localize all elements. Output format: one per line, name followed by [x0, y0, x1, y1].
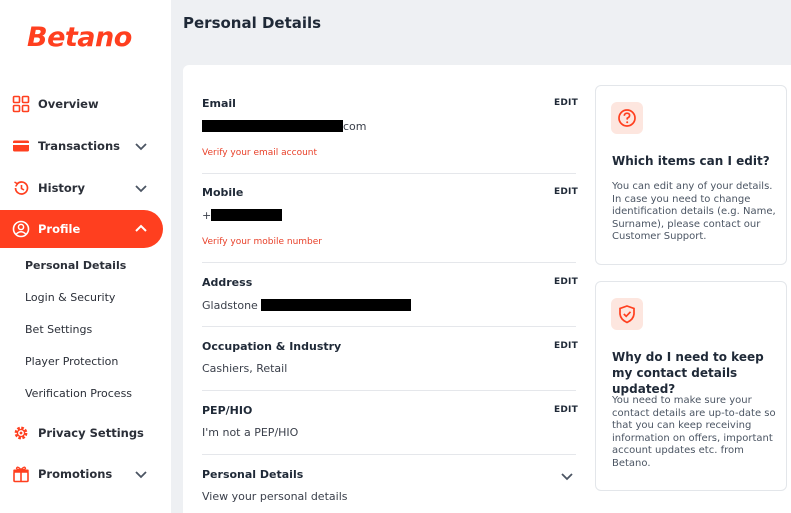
chevron-up-icon[interactable] — [134, 222, 148, 236]
redaction-bar — [261, 299, 412, 311]
gift-icon — [13, 466, 29, 483]
sidebar-item-label: Promotions — [38, 467, 113, 481]
betano-logo[interactable]: Betano — [27, 22, 132, 53]
address-title: Address — [202, 276, 253, 289]
address-section: Address EDIT Gladstone — [202, 276, 578, 316]
divider — [202, 326, 576, 327]
sidebar-item-label: Transactions — [38, 139, 120, 153]
pep-value: I'm not a PEP/HIO — [202, 426, 299, 439]
personal-details-value: View your personal details — [202, 490, 348, 503]
divider — [202, 390, 576, 391]
email-edit-button[interactable]: EDIT — [554, 98, 578, 108]
mobile-value-prefix: + — [202, 209, 212, 222]
sidebar-sub-login-security[interactable]: Login & Security — [25, 291, 115, 304]
sidebar-item-label: Profile — [38, 222, 81, 236]
info-icon-box — [611, 102, 643, 134]
email-value: com — [202, 120, 367, 133]
pep-edit-button[interactable]: EDIT — [554, 405, 578, 415]
divider — [202, 262, 576, 263]
gear-icon — [14, 426, 28, 440]
pep-section: PEP/HIO EDIT I'm not a PEP/HIO — [202, 404, 578, 444]
sidebar-sub-player-protection[interactable]: Player Protection — [25, 355, 118, 368]
address-edit-button[interactable]: EDIT — [554, 277, 578, 287]
sidebar-sub-personal-details[interactable]: Personal Details — [25, 259, 126, 272]
chevron-down-icon[interactable] — [134, 181, 148, 195]
mobile-section: Mobile EDIT + Verify your mobile number — [202, 186, 578, 256]
sidebar-item-overview[interactable]: Overview — [0, 86, 163, 122]
info-card-title: Why do I need to keep my contact details… — [612, 350, 764, 396]
occupation-edit-button[interactable]: EDIT — [554, 341, 578, 351]
page-title: Personal Details — [183, 14, 322, 32]
sidebar-item-history[interactable]: History — [0, 170, 163, 206]
address-value-prefix: Gladstone — [202, 299, 258, 312]
sidebar-item-label: Privacy Settings — [38, 426, 144, 440]
pep-title: PEP/HIO — [202, 404, 253, 417]
mobile-title: Mobile — [202, 186, 244, 199]
personal-details-section[interactable]: Personal Details View your personal deta… — [202, 468, 576, 508]
sidebar-item-label: History — [38, 181, 85, 195]
sidebar-item-profile[interactable]: Profile — [0, 210, 163, 248]
email-title: Email — [202, 97, 236, 110]
sidebar-sub-verification-process[interactable]: Verification Process — [25, 387, 132, 400]
verify-email-link[interactable]: Verify your email account — [202, 148, 317, 158]
personal-details-title: Personal Details — [202, 468, 304, 481]
grid-icon — [12, 95, 30, 113]
question-icon — [618, 109, 636, 127]
chevron-down-icon[interactable] — [560, 469, 574, 483]
email-section: Email EDIT com Verify your email account — [202, 97, 578, 167]
sidebar-sub-bet-settings[interactable]: Bet Settings — [25, 323, 92, 336]
sidebar-item-promotions[interactable]: Promotions — [0, 456, 163, 492]
shield-check-icon — [619, 305, 635, 324]
credit-card-icon — [13, 140, 29, 152]
redaction-bar — [211, 209, 283, 221]
info-card-text: You can edit any of your details. In cas… — [612, 181, 776, 242]
sidebar: Betano Overview Transactions History Pro… — [0, 0, 171, 513]
sidebar-item-privacy-settings[interactable]: Privacy Settings — [0, 415, 163, 451]
divider — [202, 173, 576, 174]
chevron-down-icon[interactable] — [134, 467, 148, 481]
occupation-title: Occupation & Industry — [202, 340, 342, 353]
address-value: Gladstone — [202, 299, 412, 312]
info-card-contact-details: Why do I need to keep my contact details… — [595, 281, 787, 491]
redaction-bar — [202, 120, 343, 132]
history-icon — [14, 181, 29, 195]
info-card-editable-items: Which items can I edit? You can edit any… — [595, 85, 787, 265]
email-value-suffix: com — [343, 120, 367, 133]
user-icon — [12, 220, 30, 238]
info-card-title: Which items can I edit? — [612, 154, 770, 168]
mobile-edit-button[interactable]: EDIT — [554, 187, 578, 197]
sidebar-item-transactions[interactable]: Transactions — [0, 128, 163, 164]
occupation-section: Occupation & Industry EDIT Cashiers, Ret… — [202, 340, 578, 380]
info-icon-box — [611, 298, 643, 330]
occupation-value: Cashiers, Retail — [202, 362, 288, 375]
mobile-value: + — [202, 209, 283, 222]
info-card-text: You need to make sure your contact detai… — [612, 395, 776, 469]
divider — [202, 454, 576, 455]
chevron-down-icon[interactable] — [134, 139, 148, 153]
sidebar-item-label: Overview — [38, 97, 99, 111]
verify-mobile-link[interactable]: Verify your mobile number — [202, 237, 322, 247]
